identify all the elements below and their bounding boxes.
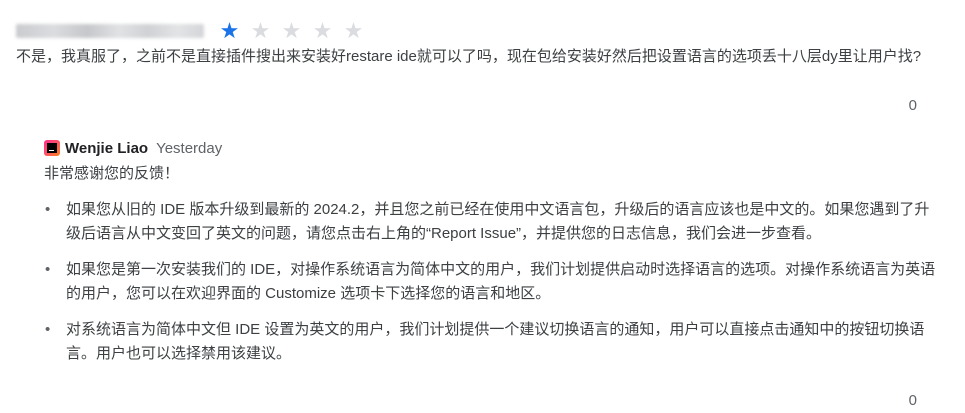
review-text: 不是，我真服了，之前不是直接插件搜出来安装好restare ide就可以了吗，现…: [16, 48, 922, 65]
reply-date: Yesterday: [156, 139, 223, 157]
star-icon: ★: [312, 18, 333, 43]
star-icon: ★: [219, 18, 240, 43]
reply-helpful-count[interactable]: 0: [909, 392, 917, 409]
reviewer-name-blurred: [16, 24, 204, 38]
reply-author: Wenjie Liao: [65, 139, 149, 157]
jetbrains-logo-icon: [44, 140, 60, 156]
star-icon: ★: [250, 18, 271, 43]
review-helpful-count[interactable]: 0: [909, 97, 917, 114]
reply-bullet-upgrade: 如果您从旧的 IDE 版本升级到最新的 2024.2，并且您之前已经在使用中文语…: [44, 198, 939, 246]
reply-bullet-language-notification: 对系统语言为简体中文但 IDE 设置为英文的用户，我们计划提供一个建议切换语言的…: [44, 318, 939, 366]
star-icon: ★: [343, 18, 364, 43]
star-icon: ★: [281, 18, 302, 43]
review-header: ★ ★ ★ ★ ★: [16, 18, 369, 44]
reply-bullet-list: 如果您从旧的 IDE 版本升级到最新的 2024.2，并且您之前已经在使用中文语…: [44, 198, 939, 366]
reply-header: Wenjie Liao Yesterday: [44, 137, 222, 159]
reply-bullet-first-install: 如果您是第一次安装我们的 IDE，对操作系统语言为简体中文的用户，我们计划提供启…: [44, 258, 939, 306]
reply-intro: 非常感谢您的反馈！: [44, 165, 180, 182]
star-rating: ★ ★ ★ ★ ★: [214, 20, 369, 42]
